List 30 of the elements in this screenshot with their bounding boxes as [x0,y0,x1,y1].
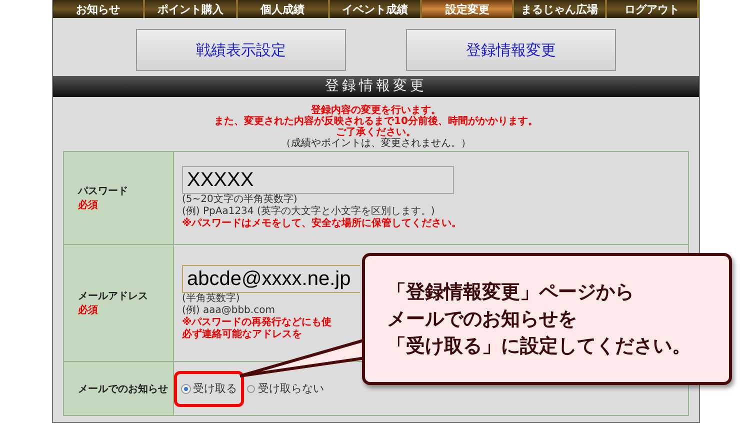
settings-button[interactable]: 登録情報変更 [406,29,616,71]
callout-text: 「登録情報変更」ページから メールでのお知らせを 「受け取る」に設定してください。 [387,280,691,358]
required-label: 必須 [78,304,99,317]
nav-tab[interactable]: 個人成績 [238,0,330,18]
hint-text: (半角英数字) [182,293,240,305]
radio-button[interactable] [247,384,255,392]
field-label: パスワード [78,185,129,198]
warning-text: ※パスワードの再発行などにも使 [182,317,332,328]
nav-tab[interactable]: お知らせ [53,0,146,18]
required-label: 必須 [78,198,99,212]
input-field[interactable]: XXXXX [182,166,454,194]
nav-tab[interactable]: まるじゃん広場 [514,0,607,18]
radio-label[interactable]: 受け取る [193,381,237,396]
nav-tab[interactable]: ポイント購入 [145,0,238,18]
warning-text: 必ず連絡可能なアドレスを [182,329,302,341]
notice-note: （成績やポイントは、変更されません。） [280,138,472,149]
nav-tab[interactable]: 設定変更 [422,0,514,18]
hint-text: (例) PpAa1234 (英字の大文字と小文字を区別します。) [182,206,435,217]
warning-text: ※パスワードはメモをして、安全な場所に保管してください。 [182,218,462,230]
notice-text: 登録内容の変更を行います。 また、変更された内容が反映されるまで10分前後、時間がかかります。 ご了承ください。 [213,105,539,138]
field-label: メールでのお知らせ [78,382,169,396]
hint-text: (例) aaa@bbb.com [182,305,275,316]
input-field[interactable]: abcde@xxxx.ne.jp [182,265,360,293]
field-label: メールアドレス [78,290,149,303]
highlight-frame [174,371,244,407]
nav-tab[interactable]: ログアウト [606,0,699,18]
radio-label[interactable]: 受け取らない [258,381,324,396]
settings-button[interactable]: 戦績表示設定 [136,29,346,71]
hint-text: (5~20文字の半角英数字) [182,194,298,206]
section-title: 登録情報変更 [53,76,699,97]
